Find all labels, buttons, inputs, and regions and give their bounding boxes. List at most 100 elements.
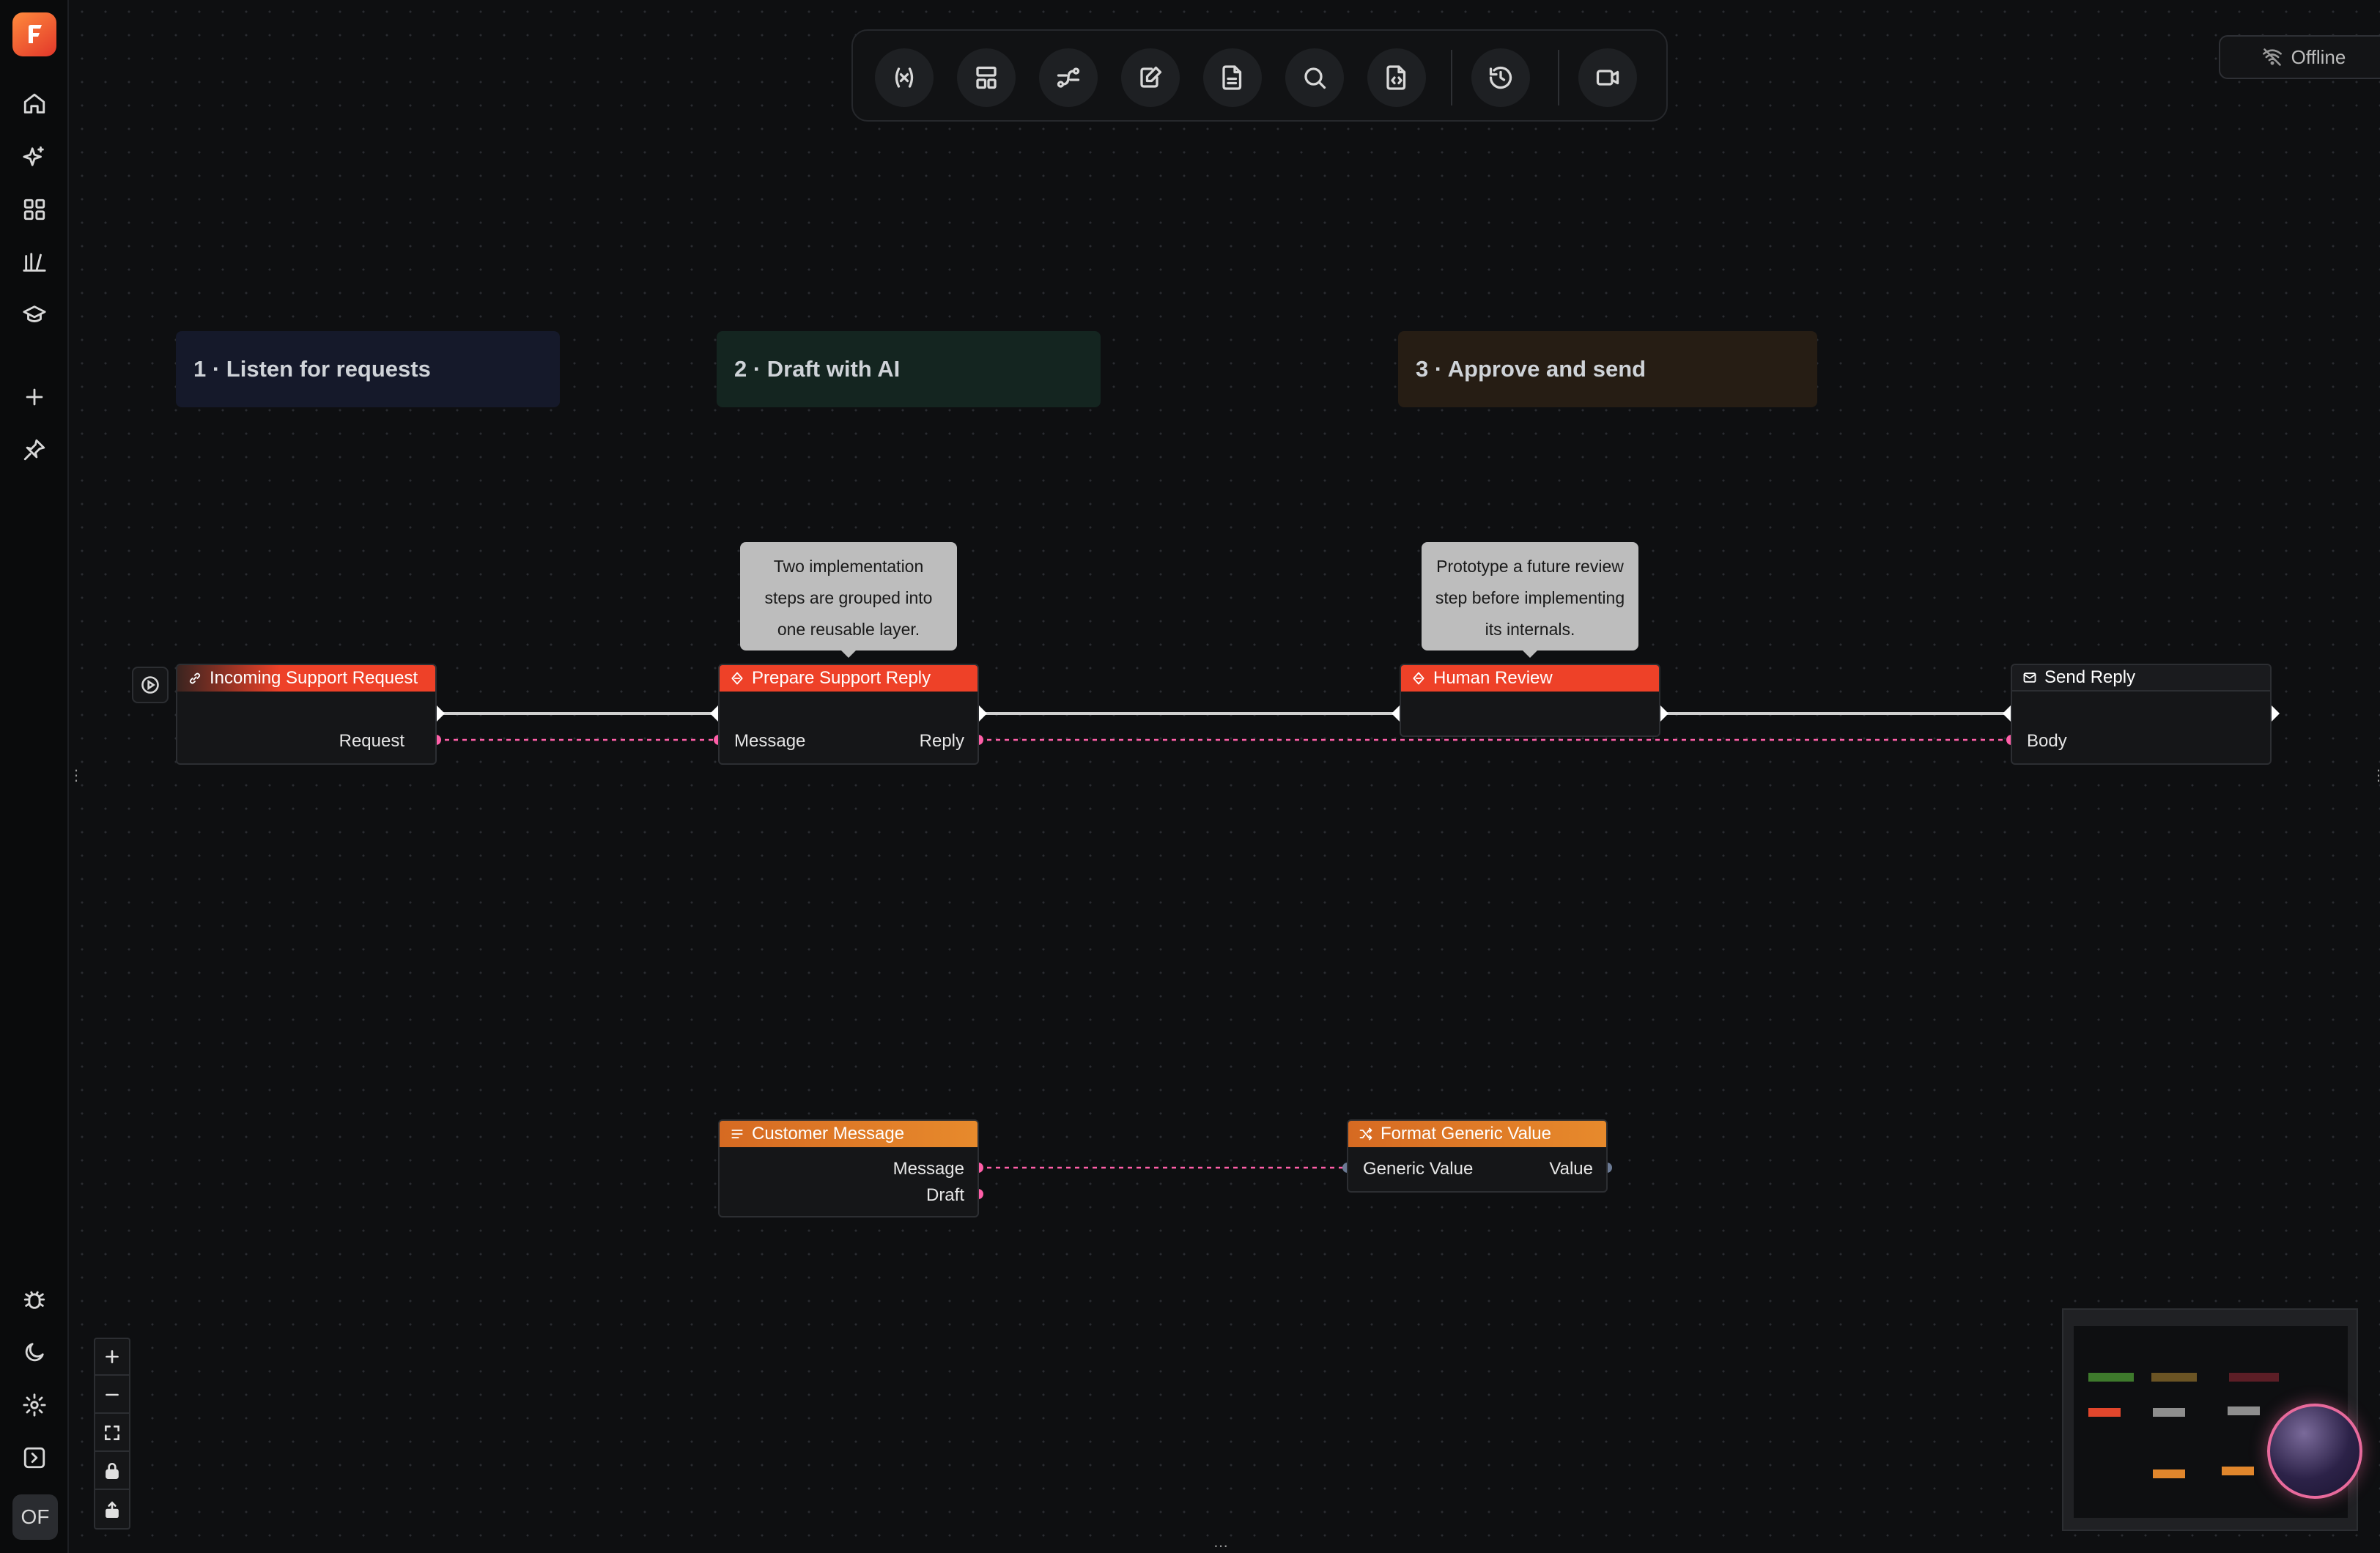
graduation-cap-icon <box>23 305 46 322</box>
variables-button[interactable] <box>875 48 934 107</box>
node-human-review[interactable]: Human Review <box>1400 664 1660 737</box>
node-header[interactable]: Human Review <box>1401 665 1659 692</box>
offline-status-badge[interactable]: Offline <box>2219 35 2380 79</box>
node-header[interactable]: Format Generic Value <box>1348 1121 1606 1147</box>
node-header[interactable]: Prepare Support Reply <box>720 665 978 692</box>
node-header[interactable]: Incoming Support Request <box>177 665 435 692</box>
left-panel-grip[interactable]: ⋮ <box>70 766 84 785</box>
wifi-off-icon <box>2262 48 2282 66</box>
document-button[interactable] <box>1203 48 1262 107</box>
history-icon <box>1489 66 1512 89</box>
sidebar-item-theme[interactable] <box>12 1330 56 1374</box>
history-button[interactable] <box>1471 48 1530 107</box>
minimap-group-marker <box>2151 1373 2197 1382</box>
assistant-orb-button[interactable] <box>2267 1404 2362 1499</box>
note-line: steps are grouped into <box>764 588 933 607</box>
sidebar-item-learn[interactable] <box>12 293 56 337</box>
connection-layer <box>427 705 2280 1199</box>
sidebar-item-settings[interactable] <box>12 1383 56 1427</box>
sidebar-item-library[interactable] <box>12 240 56 284</box>
home-icon <box>23 93 45 114</box>
sidebar-item-expand[interactable] <box>12 1436 56 1480</box>
workflow-canvas[interactable]: Offline 1 · Listen for requests 2 · Draf… <box>70 0 2380 1553</box>
node-title: Human Review <box>1433 668 1553 688</box>
node-format-generic-value[interactable]: Format Generic Value Generic Value Value <box>1347 1119 1608 1193</box>
zoom-controls <box>94 1338 130 1530</box>
export-button[interactable] <box>95 1491 129 1528</box>
code-file-button[interactable] <box>1367 48 1426 107</box>
exec-pins <box>427 705 2280 722</box>
edit-notes-button[interactable] <box>1121 48 1180 107</box>
minimap-node-marker <box>2222 1467 2254 1475</box>
app-logo[interactable] <box>12 12 56 56</box>
sticky-note[interactable]: Prototype a future review step before im… <box>1422 542 1638 658</box>
plus-icon <box>106 1350 119 1363</box>
fit-view-button[interactable] <box>95 1415 129 1452</box>
node-title: Send Reply <box>2044 667 2136 687</box>
note-line: step before implementing <box>1435 588 1625 607</box>
sidebar-item-debug[interactable] <box>12 1278 56 1322</box>
zoom-out-button[interactable] <box>95 1377 129 1414</box>
video-button[interactable] <box>1578 48 1637 107</box>
bottom-panel-grip[interactable]: ⋯ <box>1213 1537 1228 1553</box>
minimap-group-marker <box>2229 1373 2279 1382</box>
layer-icon <box>1413 672 1424 685</box>
link-icon <box>189 672 201 684</box>
sidebar-item-add[interactable] <box>12 375 56 419</box>
zoom-in-button[interactable] <box>95 1339 129 1376</box>
share-icon <box>106 1501 119 1519</box>
minus-icon <box>106 1393 119 1396</box>
data-pins <box>431 735 2017 1199</box>
note-line: one reusable layer. <box>777 620 920 639</box>
group-listen[interactable]: 1 · Listen for requests <box>176 331 560 407</box>
document-icon <box>1222 65 1242 90</box>
port-label-request: Request <box>339 731 404 751</box>
port-label-draft: Draft <box>925 1185 964 1205</box>
search-button[interactable] <box>1285 48 1344 107</box>
text-lines-icon <box>731 1130 743 1138</box>
offline-label: Offline <box>2291 45 2346 68</box>
sidebar: OF <box>0 0 69 1553</box>
fit-view-icon <box>105 1426 119 1440</box>
lock-icon <box>106 1462 119 1480</box>
minimap-node-marker <box>2153 1469 2185 1478</box>
port-label-value: Value <box>1549 1159 1593 1179</box>
port-label-message: Message <box>892 1159 964 1179</box>
node-send-reply[interactable]: Send Reply Body <box>2011 664 2272 765</box>
sidebar-item-sparkles[interactable] <box>12 135 56 179</box>
sticky-note[interactable]: Two implementation steps are grouped int… <box>740 542 957 658</box>
group-approve[interactable]: 3 · Approve and send <box>1398 331 1817 407</box>
port-label-message: Message <box>734 731 806 751</box>
sidebar-item-pin[interactable] <box>12 428 56 472</box>
node-header[interactable]: Customer Message <box>720 1121 978 1147</box>
sparkles-icon <box>23 146 44 166</box>
note-line: Two implementation <box>773 557 924 576</box>
node-title: Customer Message <box>752 1124 905 1144</box>
shuffle-icon <box>1359 1127 1372 1141</box>
node-header[interactable]: Send Reply <box>2012 665 2270 692</box>
layout-button[interactable] <box>957 48 1016 107</box>
layer-icon <box>731 672 743 685</box>
group-label: 3 · Approve and send <box>1416 356 1647 382</box>
sidebar-item-home[interactable] <box>12 82 56 126</box>
node-customer-message[interactable]: Customer Message Message Draft <box>718 1119 979 1217</box>
group-draft[interactable]: 2 · Draft with AI <box>717 331 1101 407</box>
play-icon <box>141 676 159 694</box>
node-prepare-support-reply[interactable]: Prepare Support Reply Message Reply <box>718 664 979 765</box>
moon-icon <box>25 1343 44 1362</box>
run-trigger-button[interactable] <box>132 667 169 703</box>
canvas-toolbar <box>851 29 1668 122</box>
note-line: its internals. <box>1485 620 1575 639</box>
panel-expand-icon <box>23 1447 45 1469</box>
group-label: 2 · Draft with AI <box>734 356 901 382</box>
right-panel-grip[interactable]: ⋮ <box>2371 766 2380 785</box>
avatar[interactable]: OF <box>12 1494 58 1540</box>
node-title: Incoming Support Request <box>210 668 418 688</box>
code-file-icon <box>1386 65 1406 90</box>
sidebar-item-grid[interactable] <box>12 188 56 231</box>
toolbar-separator <box>1451 50 1452 105</box>
connections-button[interactable] <box>1039 48 1098 107</box>
node-incoming-support-request[interactable]: Incoming Support Request Request <box>176 664 437 765</box>
port-label-reply: Reply <box>919 731 964 751</box>
lock-button[interactable] <box>95 1453 129 1490</box>
